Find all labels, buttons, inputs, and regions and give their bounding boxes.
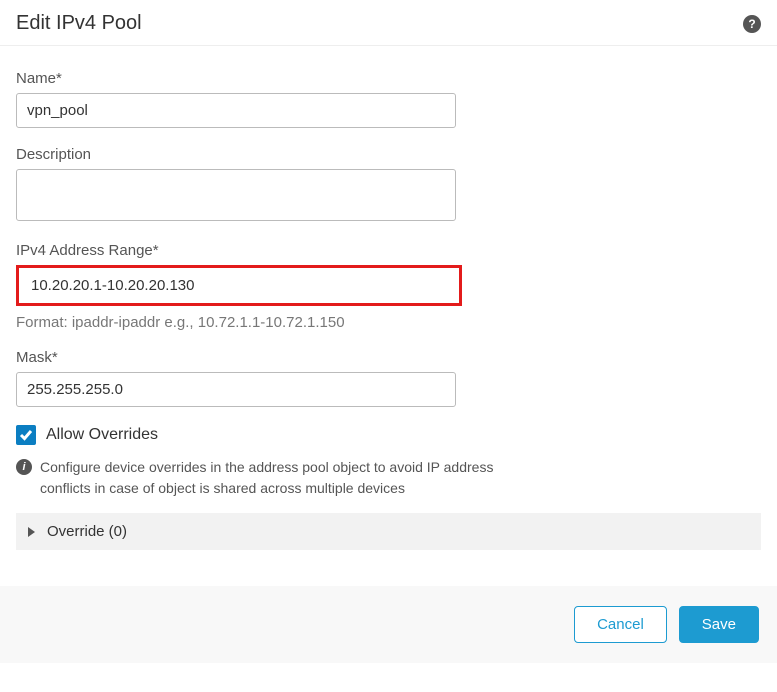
- form-body: Name* Description IPv4 Address Range* Fo…: [0, 46, 777, 566]
- override-section-label: Override (0): [47, 523, 127, 540]
- field-description: Description: [16, 146, 761, 224]
- name-input[interactable]: [16, 93, 456, 128]
- dialog-header: Edit IPv4 Pool ?: [0, 0, 777, 46]
- allow-overrides-checkbox[interactable]: [16, 425, 36, 445]
- override-info-text: Configure device overrides in the addres…: [40, 457, 540, 499]
- range-hint: Format: ipaddr-ipaddr e.g., 10.72.1.1-10…: [16, 314, 761, 331]
- mask-input[interactable]: [16, 372, 456, 407]
- range-label: IPv4 Address Range*: [16, 242, 761, 259]
- field-mask: Mask*: [16, 349, 761, 407]
- mask-label: Mask*: [16, 349, 761, 366]
- field-name: Name*: [16, 70, 761, 128]
- name-label: Name*: [16, 70, 761, 87]
- override-section-toggle[interactable]: Override (0): [16, 513, 761, 550]
- override-info-row: i Configure device overrides in the addr…: [16, 457, 761, 499]
- help-icon[interactable]: ?: [743, 15, 761, 33]
- range-highlight-box: [16, 265, 462, 306]
- dialog-title: Edit IPv4 Pool: [16, 12, 142, 35]
- dialog-footer: Cancel Save: [0, 586, 777, 663]
- cancel-button[interactable]: Cancel: [574, 606, 667, 643]
- range-input[interactable]: [19, 268, 459, 303]
- caret-right-icon: [28, 527, 35, 537]
- description-label: Description: [16, 146, 761, 163]
- save-button[interactable]: Save: [679, 606, 759, 643]
- allow-overrides-label: Allow Overrides: [46, 426, 158, 444]
- allow-overrides-row: Allow Overrides: [16, 425, 761, 445]
- info-icon: i: [16, 459, 32, 475]
- description-input[interactable]: [16, 169, 456, 221]
- field-ipv4-range: IPv4 Address Range* Format: ipaddr-ipadd…: [16, 242, 761, 331]
